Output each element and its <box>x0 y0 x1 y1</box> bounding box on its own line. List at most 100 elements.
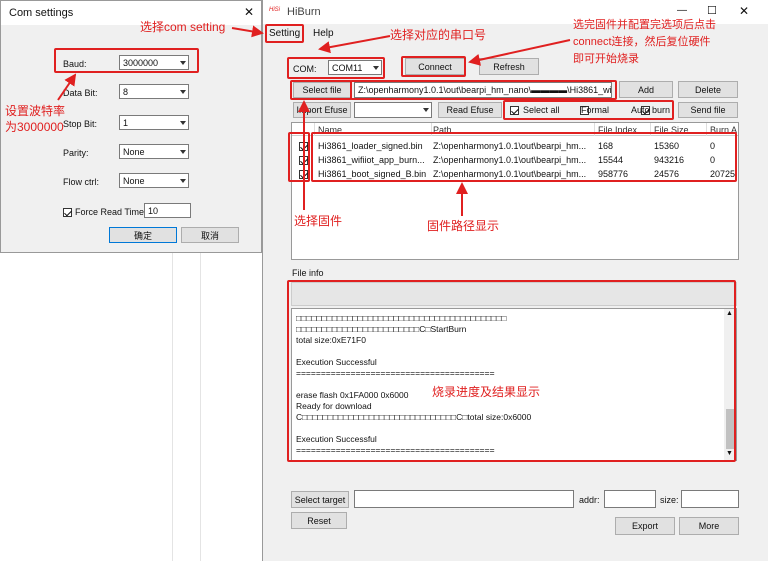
menu-setting[interactable]: Setting <box>269 28 300 39</box>
table-header: Name Path File Index File Size Burn A <box>292 123 738 136</box>
scrollbar[interactable]: ▲ ▼ <box>724 309 736 460</box>
row-name: Hi3861_loader_signed.bin <box>318 141 423 151</box>
row-checkbox[interactable] <box>299 142 308 152</box>
log-line: total size:0xE71F0 <box>296 335 366 345</box>
cancel-button[interactable]: 取消 <box>181 227 239 243</box>
close-icon[interactable]: ✕ <box>739 4 749 18</box>
force-read-input[interactable]: 10 <box>144 203 191 218</box>
note-choose-setting: 选择com setting <box>140 20 226 34</box>
scroll-down-icon[interactable]: ▼ <box>726 450 733 457</box>
reset-button[interactable]: Reset <box>291 512 347 529</box>
com-port-value: COM11 <box>332 62 363 73</box>
parity-select[interactable]: None <box>119 144 189 159</box>
table-row[interactable]: Hi3861_loader_signed.bin Z:\openharmony1… <box>292 139 738 152</box>
col-name[interactable]: Name <box>318 125 342 135</box>
hiburn-window: HiSi HiBurn — ☐ ✕ Setting Help COM: COM1… <box>262 0 768 561</box>
data-bit-select[interactable]: 8 <box>119 84 189 99</box>
maximize-icon[interactable]: ☐ <box>707 4 717 17</box>
chevron-down-icon <box>423 108 429 112</box>
log-line: Execution Successful <box>296 434 377 444</box>
chevron-down-icon <box>180 178 186 183</box>
col-file-index[interactable]: File Index <box>598 125 637 135</box>
ok-button[interactable]: 确定 <box>109 227 177 243</box>
note-baud-2: 为3000000 <box>5 120 64 134</box>
column-divider <box>706 123 707 136</box>
send-file-button[interactable]: Send file <box>678 102 738 118</box>
com-port-select[interactable]: COM11 <box>328 60 382 75</box>
select-file-button[interactable]: Select file <box>293 82 351 98</box>
close-icon[interactable]: ✕ <box>244 5 254 19</box>
menu-help[interactable]: Help <box>313 28 334 39</box>
minimize-icon[interactable]: — <box>677 5 687 16</box>
row-path: Z:\openharmony1.0.1\out\bearpi_hm... <box>433 141 587 151</box>
col-path[interactable]: Path <box>433 125 452 135</box>
import-efuse-button[interactable]: Import Efuse <box>293 102 351 118</box>
row-index: 15544 <box>598 155 624 165</box>
flow-ctrl-select[interactable]: None <box>119 173 189 188</box>
row-burn: 20725 <box>710 169 736 179</box>
row-size: 24576 <box>654 169 680 179</box>
auto-burn-label: Auto burn <box>631 105 671 115</box>
baud-label: Baud: <box>63 59 87 69</box>
select-target-button[interactable]: Select target <box>291 491 349 508</box>
baud-select[interactable]: 3000000 <box>119 55 189 70</box>
row-size: 943216 <box>654 155 685 165</box>
table-row[interactable]: Hi3861_boot_signed_B.bin Z:\openharmony1… <box>292 167 738 180</box>
column-divider <box>650 123 651 136</box>
target-input[interactable] <box>354 490 574 508</box>
log-line: □□□□□□□□□□□□□□□□□□□□□□□□C□StartBurn <box>296 324 467 334</box>
delete-button[interactable]: Delete <box>678 81 738 98</box>
data-bit-value: 8 <box>123 86 129 97</box>
read-efuse-button[interactable]: Read Efuse <box>438 102 502 118</box>
force-read-checkbox[interactable] <box>63 208 72 218</box>
com-settings-title: Com settings <box>9 7 74 19</box>
row-burn: 0 <box>710 155 716 165</box>
col-file-size[interactable]: File Size <box>654 125 689 135</box>
add-button[interactable]: Add <box>619 81 673 98</box>
row-index: 958776 <box>598 169 629 179</box>
note-connect-3: 即可开始烧录 <box>573 53 639 65</box>
row-index: 168 <box>598 141 614 151</box>
chevron-down-icon <box>180 89 186 94</box>
stop-bit-value: 1 <box>123 117 129 128</box>
stop-bit-select[interactable]: 1 <box>119 115 189 130</box>
efuse-select[interactable] <box>354 102 432 118</box>
column-divider <box>314 123 315 136</box>
refresh-button[interactable]: Refresh <box>479 58 539 75</box>
log-line: Ready for download <box>296 401 372 411</box>
com-label: COM: <box>293 64 317 74</box>
table-row[interactable]: Hi3861_wifiiot_app_burn... Z:\openharmon… <box>292 153 738 166</box>
chevron-down-icon <box>180 120 186 125</box>
scroll-up-icon[interactable]: ▲ <box>726 310 733 317</box>
addr-input[interactable] <box>604 490 656 508</box>
flow-ctrl-label: Flow ctrl: <box>63 177 99 187</box>
log-line: C□□□□□□□□□□□□□□□□□□□□□□□□□□□□□□C□total s… <box>296 412 532 422</box>
select-all-label: Select all <box>523 105 560 115</box>
formal-label: Formal <box>581 105 610 115</box>
chevron-down-icon <box>180 149 186 154</box>
log-line: ======================================== <box>296 445 495 455</box>
select-all-checkbox[interactable] <box>510 106 519 116</box>
note-connect-2: connect连接，然后复位硬件 <box>573 36 711 48</box>
col-burn[interactable]: Burn A <box>710 125 737 135</box>
file-info-header-bar <box>291 282 737 306</box>
export-button[interactable]: Export <box>615 517 675 535</box>
background-line <box>172 253 173 561</box>
note-connect-1: 选完固件并配置完选项后点击 <box>573 19 716 31</box>
more-button[interactable]: More <box>679 517 739 535</box>
addr-label: addr: <box>579 495 600 505</box>
scroll-thumb[interactable] <box>726 409 734 449</box>
size-input[interactable] <box>681 490 739 508</box>
baud-value: 3000000 <box>123 57 159 68</box>
parity-label: Parity: <box>63 148 89 158</box>
column-divider <box>431 123 432 136</box>
row-checkbox[interactable] <box>299 170 308 180</box>
row-checkbox[interactable] <box>299 156 308 166</box>
file-path-input[interactable]: Z:\openharmony1.0.1\out\bearpi_hm_nano\▬… <box>354 82 612 98</box>
row-size: 15360 <box>654 141 680 151</box>
note-firmware-path: 固件路径显示 <box>427 219 500 233</box>
connect-button[interactable]: Connect <box>405 58 465 75</box>
row-name: Hi3861_wifiiot_app_burn... <box>318 155 425 165</box>
flow-ctrl-value: None <box>123 175 145 186</box>
hisi-logo: HiSi <box>269 7 281 13</box>
